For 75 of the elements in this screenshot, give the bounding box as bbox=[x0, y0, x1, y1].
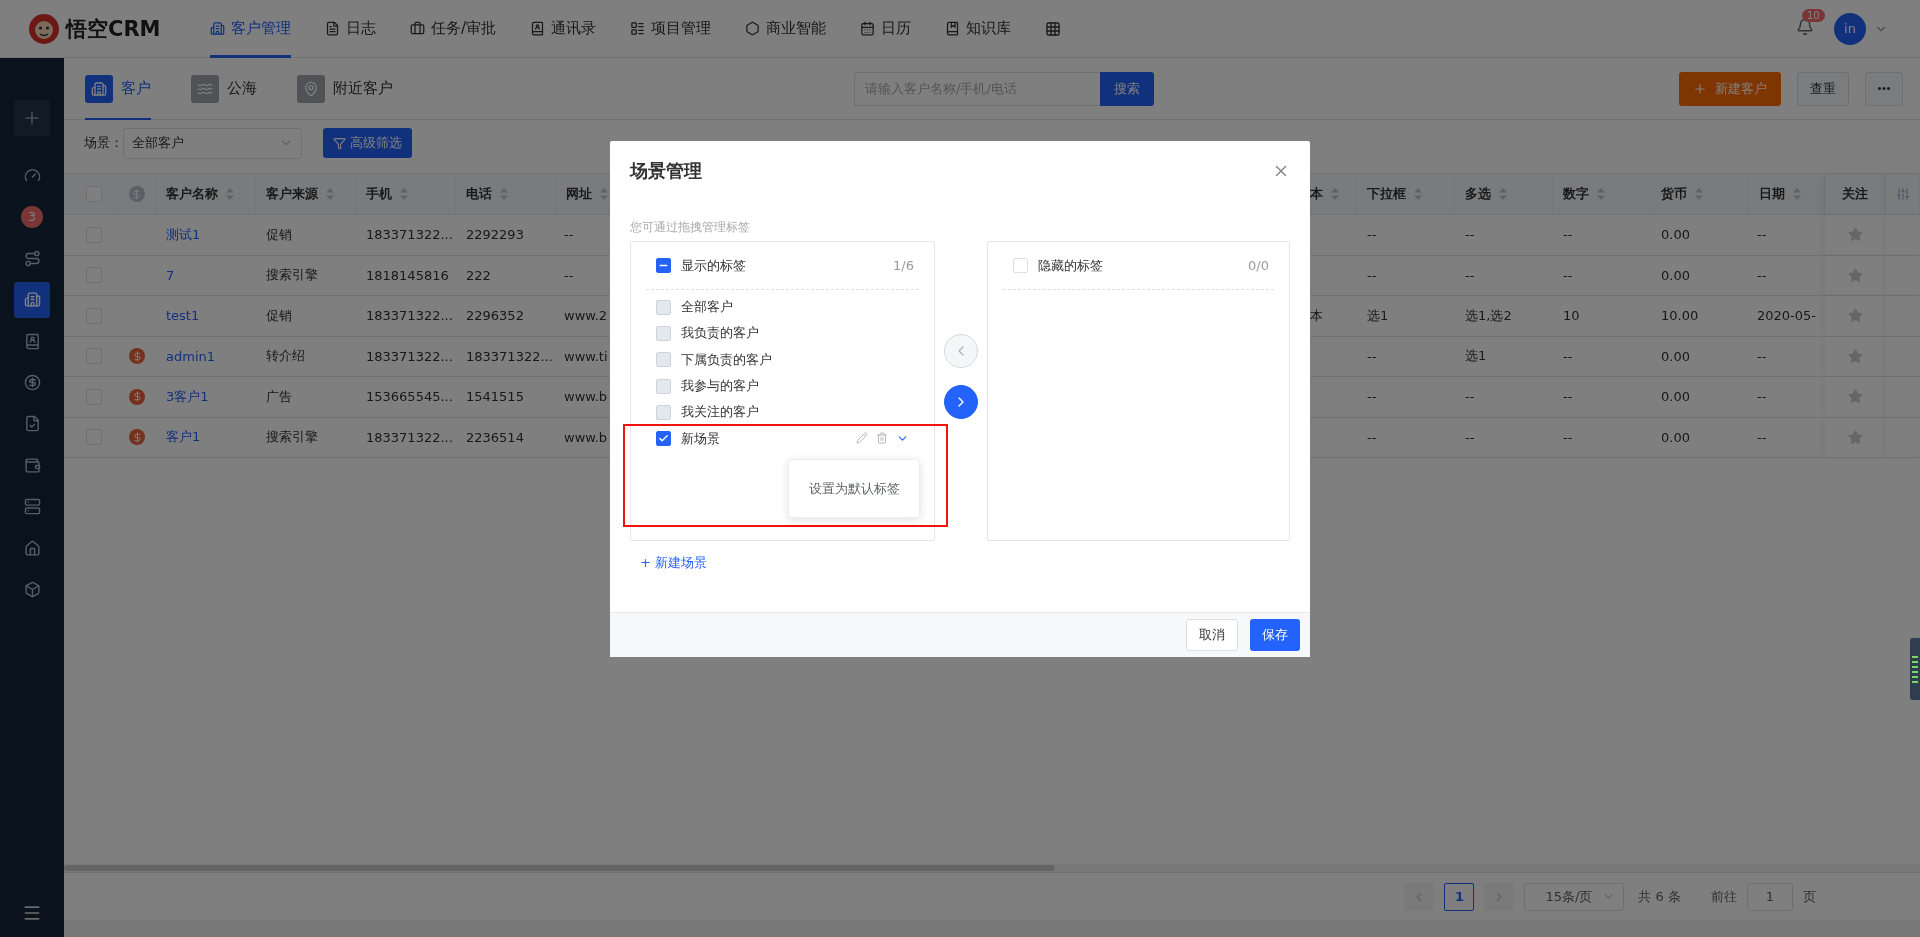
table-cell: -- bbox=[1563, 348, 1573, 364]
table-cell: 183371322... bbox=[466, 348, 553, 364]
table-cell: 222 bbox=[466, 267, 491, 283]
table-cell: -- bbox=[564, 227, 574, 243]
table-cell: -- bbox=[1563, 389, 1573, 405]
scene-label: 我关注的客户 bbox=[681, 403, 760, 422]
table-cell: 0.00 bbox=[1661, 429, 1690, 445]
table-cell: www.b bbox=[564, 429, 608, 445]
table-cell: 2296352 bbox=[466, 308, 524, 324]
table-cell: -- bbox=[1563, 227, 1573, 243]
table-cell: 搜索引擎 bbox=[266, 428, 318, 447]
table-cell: -- bbox=[1367, 267, 1377, 283]
table-cell: 选1,选2 bbox=[1465, 306, 1512, 325]
table-cell: -- bbox=[564, 267, 574, 283]
table-cell: 1818145816 bbox=[366, 267, 449, 283]
table-cell: 本 bbox=[1310, 306, 1323, 325]
scene-label: 场景： bbox=[84, 134, 123, 152]
table-cell: 2292293 bbox=[466, 227, 524, 243]
scene-label: 下属负责的客户 bbox=[681, 350, 773, 369]
scene-label: 全部客户 bbox=[681, 298, 734, 317]
table-cell: -- bbox=[1367, 429, 1377, 445]
goto-label: 前往 bbox=[1711, 887, 1737, 906]
selection-count: 1/6 bbox=[893, 258, 914, 273]
total-count: 共 6 条 bbox=[1638, 887, 1681, 906]
table-cell: 183371322... bbox=[366, 308, 453, 324]
table-cell: www.ti bbox=[564, 348, 608, 364]
table-cell: 183371322... bbox=[366, 429, 453, 445]
panel-title: 显示的标签 bbox=[681, 256, 747, 275]
table-cell: www.2 bbox=[564, 308, 608, 324]
table-cell: 10.00 bbox=[1661, 308, 1699, 324]
notification-count: 10 bbox=[1802, 9, 1825, 22]
table-cell: 0.00 bbox=[1661, 389, 1690, 405]
table-cell: -- bbox=[1757, 267, 1767, 283]
table-cell: -- bbox=[1465, 267, 1475, 283]
table-cell: 促销 bbox=[266, 306, 292, 325]
table-cell: 促销 bbox=[266, 225, 292, 244]
table-cell: 183371322... bbox=[366, 227, 453, 243]
table-cell: 转介绍 bbox=[266, 347, 305, 366]
panel-title: 隐藏的标签 bbox=[1038, 256, 1104, 275]
dialog-title: 场景管理 bbox=[630, 159, 702, 183]
table-cell: 0.00 bbox=[1661, 348, 1690, 364]
column-header: 关注 bbox=[1842, 185, 1868, 203]
table-cell: -- bbox=[1465, 389, 1475, 405]
table-cell: -- bbox=[1367, 389, 1377, 405]
table-cell: 选1 bbox=[1465, 347, 1487, 366]
table-cell: 选1 bbox=[1367, 306, 1389, 325]
selection-count: 0/0 bbox=[1248, 258, 1269, 273]
table-cell: -- bbox=[1563, 429, 1573, 445]
table-cell: 183371322... bbox=[366, 348, 453, 364]
table-cell: 2020-05- bbox=[1757, 308, 1816, 324]
table-cell: 广告 bbox=[266, 387, 292, 406]
page-unit-label: 页 bbox=[1803, 887, 1816, 906]
table-cell: 2236514 bbox=[466, 429, 524, 445]
count-badge: 3 bbox=[21, 206, 43, 229]
table-cell: -- bbox=[1757, 429, 1767, 445]
table-cell: www.b bbox=[564, 389, 608, 405]
table-cell: -- bbox=[1563, 267, 1573, 283]
scene-label: 我参与的客户 bbox=[681, 377, 760, 396]
logo-text: 悟空CRM bbox=[66, 15, 161, 43]
table-cell: 1541515 bbox=[466, 389, 524, 405]
table-cell: -- bbox=[1465, 227, 1475, 243]
drag-hint-text: 您可通过拖拽管理标签 bbox=[630, 219, 751, 236]
table-cell: -- bbox=[1367, 348, 1377, 364]
table-cell: 153665545... bbox=[366, 389, 453, 405]
table-cell: 0.00 bbox=[1661, 267, 1690, 283]
table-cell: 10 bbox=[1563, 308, 1580, 324]
table-cell: -- bbox=[1757, 227, 1767, 243]
table-cell: 0.00 bbox=[1661, 227, 1690, 243]
table-cell: -- bbox=[1757, 389, 1767, 405]
scene-label: 新场景 bbox=[681, 429, 721, 448]
table-cell: -- bbox=[1367, 227, 1377, 243]
table-cell: 搜索引擎 bbox=[266, 266, 318, 285]
scene-label: 我负责的客户 bbox=[681, 324, 760, 343]
table-cell: -- bbox=[1757, 348, 1767, 364]
table-cell: -- bbox=[1465, 429, 1475, 445]
